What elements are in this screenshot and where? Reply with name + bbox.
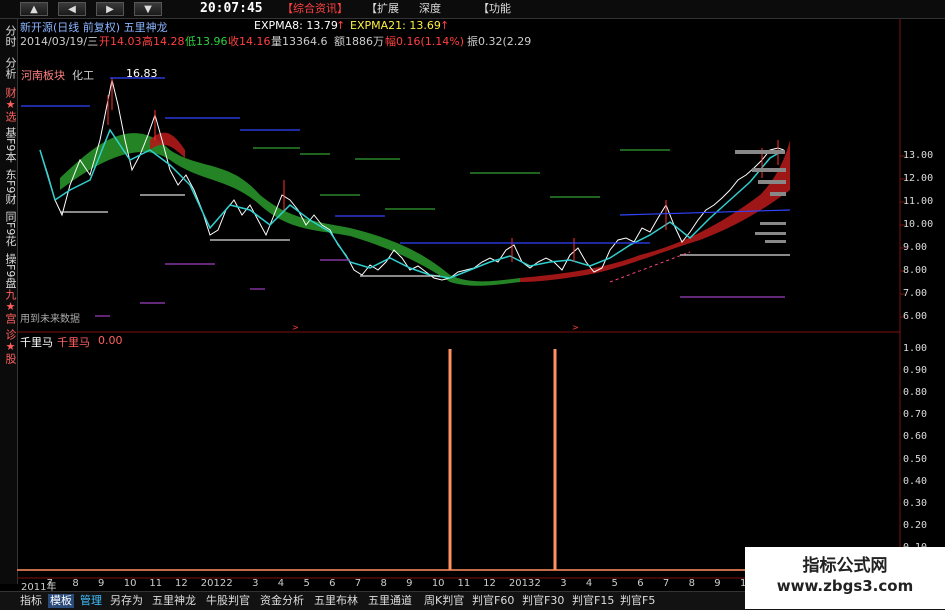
indicator-series-name: 千里马	[57, 336, 90, 349]
x-tick-label: 6	[329, 578, 336, 589]
x-tick-label: 9	[406, 578, 413, 589]
signal-spikes	[17, 349, 900, 571]
watermark-url: www.zbgs3.com	[776, 577, 914, 595]
x-tick-label: 12	[175, 578, 188, 589]
x-tick-label: 10	[431, 578, 445, 589]
tab-panguan-f30[interactable]: 判官F30	[522, 594, 564, 608]
chart-canvas: > >	[17, 19, 905, 591]
x-tick-label: 9	[98, 578, 105, 589]
x-tick-label: 9	[714, 578, 721, 589]
profile-bar	[770, 192, 786, 196]
x-tick-label: 4	[277, 578, 285, 589]
tab-weekly-panguan[interactable]: 周K判官	[424, 594, 464, 608]
x-tick-label: 11	[457, 578, 471, 589]
tab-manage[interactable]: 管理	[80, 594, 102, 608]
x-tick-label: 2	[226, 578, 233, 589]
signal-marker: >	[292, 323, 299, 332]
y-tick-label: 12.00	[903, 173, 934, 184]
watermark-title: 指标公式网	[802, 556, 888, 576]
signal-marker: >	[572, 323, 579, 332]
tab-indicator[interactable]: 指标	[20, 594, 42, 608]
x-tick-label: 5	[303, 578, 310, 589]
x-tick-label: 6	[637, 578, 644, 589]
sub-y-tick-label: 0.80	[903, 387, 928, 399]
indicator-value: 0.00	[98, 334, 123, 347]
sub-y-tick-label: 1.00	[903, 343, 928, 354]
tab-panguan-f60[interactable]: 判官F60	[472, 594, 514, 608]
watermark: 指标公式网 www.zbgs3.com	[745, 547, 945, 609]
profile-bar	[755, 232, 786, 235]
profile-bar	[735, 150, 785, 154]
sub-y-tick-label: 0.90	[903, 365, 928, 377]
tab-save-as[interactable]: 另存为	[110, 594, 143, 608]
tab-wuli-channel[interactable]: 五里通道	[368, 594, 412, 608]
y-tick-label: 8.00	[903, 265, 928, 276]
x-tick-label: 8	[688, 578, 695, 589]
x-tick-label: 10	[123, 578, 137, 589]
level-lines	[21, 77, 791, 317]
sub-y-tick-label: 0.70	[903, 409, 928, 421]
x-tick-label: 12	[483, 578, 496, 589]
x-tick-label: 2013	[508, 578, 535, 589]
tab-panguan-f5[interactable]: 判官F5	[620, 594, 655, 608]
signal-spike	[553, 349, 557, 570]
tab-fund-analysis[interactable]: 资金分析	[260, 594, 304, 608]
x-tick-label: 7	[662, 578, 670, 589]
profile-bar	[765, 240, 786, 243]
x-tick-label: 3	[252, 578, 259, 589]
profile-bar	[758, 180, 786, 184]
tab-panguan-f15[interactable]: 判官F15	[572, 594, 614, 608]
x-tick-label: 4	[585, 578, 593, 589]
x-tick-label: 8	[380, 578, 387, 589]
sub-y-tick-label: 0.30	[903, 497, 928, 509]
y-tick-label: 11.00	[903, 196, 934, 207]
tab-niugu-panguan[interactable]: 牛股判官	[206, 594, 250, 608]
sub-y-tick-label: 0.20	[903, 519, 928, 531]
profile-bar	[752, 168, 786, 172]
sub-y-tick-label: 0.60	[903, 431, 928, 443]
signal-spike	[448, 349, 452, 570]
x-tick-label: 2	[534, 578, 541, 589]
tab-wuli-shenlong[interactable]: 五里神龙	[152, 594, 196, 608]
x-tick-label: 2012	[200, 578, 227, 589]
y-tick-label: 13.00	[903, 150, 934, 161]
x-tick-label: 3	[560, 578, 567, 589]
x-tick-label: 8	[72, 578, 79, 589]
y-tick-label: 10.00	[903, 219, 934, 230]
sub-y-tick-label: 0.40	[903, 475, 928, 487]
x-tick-label: 7	[354, 578, 362, 589]
indicator-title[interactable]: 千里马	[20, 334, 53, 350]
profile-bar	[760, 222, 786, 225]
x-tick-label: 11	[149, 578, 163, 589]
tab-template[interactable]: 模板	[48, 594, 74, 608]
y-tick-label: 6.00	[903, 311, 928, 322]
sub-y-tick-label: 0.50	[903, 453, 928, 465]
y-tick-label: 7.00	[903, 288, 928, 299]
tab-wuli-bollinger[interactable]: 五里布林	[314, 594, 358, 608]
y-tick-label: 9.00	[903, 242, 928, 253]
x-tick-label: 5	[611, 578, 618, 589]
x-tick-label: 7	[46, 578, 54, 589]
